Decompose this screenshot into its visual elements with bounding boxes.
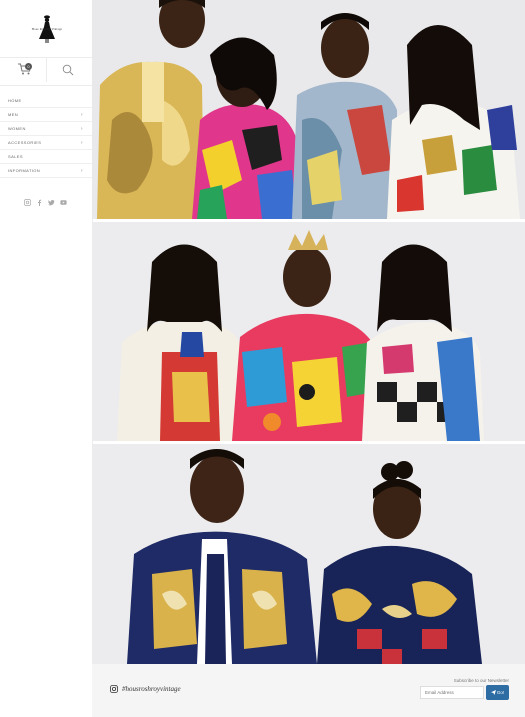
- nav-item-label: HOME: [8, 98, 22, 103]
- newsletter-submit-button[interactable]: Go!: [486, 685, 509, 700]
- social-links: [24, 193, 68, 206]
- nav-item-accessories[interactable]: ACCESSORIES ›: [0, 136, 92, 150]
- chevron-right-icon: ›: [80, 126, 83, 132]
- lookbook-photo-group-two[interactable]: [92, 444, 525, 664]
- send-icon: [490, 690, 496, 695]
- header-divider-bottom: [0, 85, 92, 86]
- nav-item-label: SALES: [8, 154, 23, 159]
- nav-item-label: INFORMATION: [8, 168, 41, 173]
- search-icon: [62, 64, 74, 76]
- sidebar-nav: HOME MEN › WOMEN › ACCESSORIES › SALES I…: [0, 94, 92, 178]
- footer: #housroshroyvintage Subscribe to our New…: [92, 664, 525, 717]
- search-button[interactable]: [62, 63, 74, 76]
- instagram-handle-link[interactable]: #housroshroyvintage: [110, 685, 181, 693]
- instagram-icon: [110, 685, 118, 693]
- lookbook-photo-group-three[interactable]: [92, 222, 525, 441]
- photo-group-four-image: [92, 0, 525, 219]
- instagram-handle-text: #housroshroyvintage: [122, 685, 181, 693]
- nav-item-label: WOMEN: [8, 126, 26, 131]
- newsletter-email-input[interactable]: [420, 686, 484, 699]
- youtube-icon[interactable]: [60, 193, 67, 205]
- twitter-icon[interactable]: [48, 193, 55, 206]
- nav-item-sales[interactable]: SALES: [0, 150, 92, 164]
- nav-item-women[interactable]: WOMEN ›: [0, 122, 92, 136]
- nav-item-men[interactable]: MEN ›: [0, 108, 92, 122]
- newsletter-label: Subscribe to our Newsletter: [453, 678, 509, 683]
- header-vertical-divider: [46, 58, 47, 82]
- instagram-icon[interactable]: [24, 193, 31, 206]
- photo-group-three-image: [92, 222, 525, 441]
- logo-text: Hose Royalty Vintage: [31, 27, 63, 31]
- go-button-label: Go!: [496, 690, 505, 695]
- nav-item-information[interactable]: INFORMATION ›: [0, 164, 92, 178]
- facebook-icon[interactable]: [36, 193, 43, 206]
- nav-item-label: ACCESSORIES: [8, 140, 42, 145]
- photo-group-two-image: [92, 444, 525, 664]
- chevron-right-icon: ›: [80, 112, 83, 118]
- nav-item-home[interactable]: HOME: [0, 94, 92, 108]
- nav-item-label: MEN: [8, 112, 19, 117]
- lookbook-photo-group-four[interactable]: [92, 0, 525, 219]
- chevron-right-icon: ›: [80, 168, 83, 174]
- cart-count-badge: 0: [25, 63, 32, 70]
- chevron-right-icon: ›: [80, 140, 83, 146]
- sidebar: Hose Royalty Vintage 0 HOME MEN › WOMEN …: [0, 0, 93, 717]
